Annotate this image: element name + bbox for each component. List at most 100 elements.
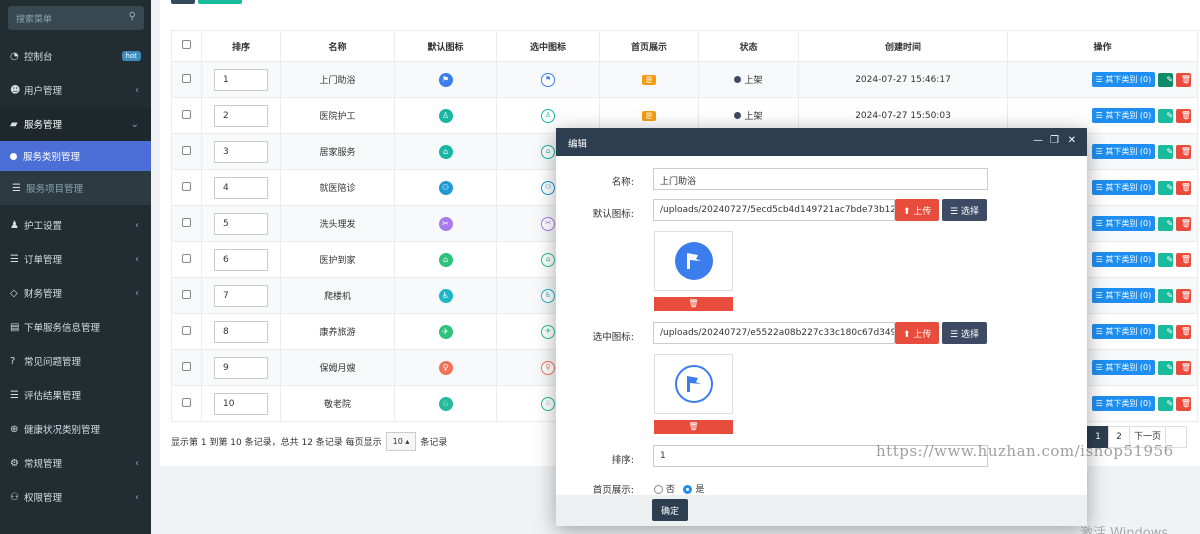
edit-button[interactable]: ✎ xyxy=(1158,360,1174,375)
header-created[interactable]: 创建时间 xyxy=(798,30,1008,62)
sort-input[interactable]: 1 xyxy=(214,68,268,91)
default-category-icon[interactable]: ⌂ xyxy=(438,252,453,267)
home-yes-radio[interactable] xyxy=(683,485,693,494)
name-input[interactable]: 上门助浴 xyxy=(653,168,988,190)
close-icon[interactable]: ✕ xyxy=(1068,135,1076,146)
subcategory-button[interactable]: ☰ 其下类别 (0) xyxy=(1091,396,1156,411)
row-checkbox[interactable] xyxy=(182,109,191,119)
edit-button[interactable]: ✎ xyxy=(1158,144,1174,159)
edit-button[interactable]: ✎ xyxy=(1158,72,1174,87)
delete-button[interactable]: 🗑 xyxy=(1176,144,1191,159)
sidebar-item-service-project[interactable]: ☰ 服务项目管理 xyxy=(0,171,151,205)
row-checkbox[interactable] xyxy=(182,181,191,191)
default-icon-delete-button[interactable]: 🗑 xyxy=(654,297,733,311)
edit-button[interactable]: ✎ xyxy=(1158,324,1174,339)
edit-button[interactable]: ✎ xyxy=(1158,216,1174,231)
row-checkbox[interactable] xyxy=(182,397,191,407)
subcategory-button[interactable]: ☰ 其下类别 (0) xyxy=(1091,288,1156,303)
selected-icon-upload-button[interactable]: ⬆ 上传 xyxy=(895,322,940,344)
sidebar-item-order-info[interactable]: ▤ 下单服务信息管理 xyxy=(0,310,151,344)
edit-button[interactable]: ✎ xyxy=(1158,108,1174,123)
delete-button[interactable]: 🗑 xyxy=(1176,72,1191,87)
sidebar-item-nurse[interactable]: ♟ 护工设置 ‹ xyxy=(0,208,151,242)
row-checkbox[interactable] xyxy=(182,361,191,371)
selected-category-icon[interactable]: ⚑ xyxy=(541,72,555,87)
edit-button[interactable]: ✎ xyxy=(1158,288,1174,303)
delete-button[interactable]: 🗑 xyxy=(1176,360,1191,375)
sort-input[interactable]: 10 xyxy=(214,392,268,415)
delete-button[interactable]: 🗑 xyxy=(1176,288,1191,303)
search-icon[interactable]: ⚲ xyxy=(129,11,136,22)
sidebar-item-users[interactable]: ☻ 用户管理 ‹ xyxy=(0,73,151,107)
subcategory-button[interactable]: ☰ 其下类别 (0) xyxy=(1091,72,1156,87)
sort-input[interactable]: 8 xyxy=(214,320,268,343)
row-checkbox[interactable] xyxy=(182,289,191,299)
delete-button[interactable]: 🗑 xyxy=(1176,252,1191,267)
row-checkbox[interactable] xyxy=(182,325,191,335)
refresh-button[interactable] xyxy=(171,0,195,4)
selected-category-icon[interactable]: ✈ xyxy=(541,324,555,339)
header-home[interactable]: 首页展示 xyxy=(599,30,699,62)
subcategory-button[interactable]: ☰ 其下类别 (0) xyxy=(1091,360,1156,375)
selected-icon-choose-button[interactable]: ☰ 选择 xyxy=(942,322,987,344)
sidebar-item-orders[interactable]: ☰ 订单管理 ‹ xyxy=(0,242,151,276)
row-checkbox[interactable] xyxy=(182,217,191,227)
header-status[interactable]: 状态 xyxy=(698,30,799,62)
default-category-icon[interactable]: ⌂ xyxy=(438,144,453,159)
sort-input[interactable]: 3 xyxy=(214,140,268,163)
default-icon-upload-button[interactable]: ⬆ 上传 xyxy=(895,199,940,221)
default-category-icon[interactable]: ⚑ xyxy=(438,72,453,87)
selected-category-icon[interactable]: ✂ xyxy=(541,216,555,231)
delete-button[interactable]: 🗑 xyxy=(1176,396,1191,411)
delete-button[interactable]: 🗑 xyxy=(1176,180,1191,195)
selected-category-icon[interactable]: ⚇ xyxy=(541,180,555,195)
sidebar-item-permission[interactable]: ⚇ 权限管理 ‹ xyxy=(0,480,151,514)
sidebar-item-health[interactable]: ⊕ 健康状况类别管理 xyxy=(0,412,151,446)
edit-button[interactable]: ✎ xyxy=(1158,180,1174,195)
sort-input[interactable]: 9 xyxy=(214,356,268,379)
default-category-icon[interactable]: ✈ xyxy=(438,324,453,339)
selected-category-icon[interactable]: ♘ xyxy=(541,396,555,411)
selected-icon-delete-button[interactable]: 🗑 xyxy=(654,420,733,434)
selected-icon-input[interactable]: /uploads/20240727/e5522a08b227c33c180c67… xyxy=(653,322,895,344)
delete-button[interactable]: 🗑 xyxy=(1176,108,1191,123)
subcategory-button[interactable]: ☰ 其下类别 (0) xyxy=(1091,216,1156,231)
selected-category-icon[interactable]: ♀ xyxy=(541,360,555,375)
sidebar-item-general[interactable]: ⚙ 常规管理 ‹ xyxy=(0,446,151,480)
default-icon-choose-button[interactable]: ☰ 选择 xyxy=(942,199,987,221)
header-name[interactable]: 名称 xyxy=(280,30,395,62)
table-row[interactable]: 1 上门助浴 ⚑ ⚑ 是 上架 2024-07-27 15:46:17 ☰ 其下类别 (0) … xyxy=(171,61,1198,98)
delete-button[interactable]: 🗑 xyxy=(1176,216,1191,231)
sort-input[interactable]: 6 xyxy=(214,248,268,271)
row-checkbox[interactable] xyxy=(182,73,191,83)
maximize-icon[interactable]: ❐ xyxy=(1050,135,1059,146)
sidebar-item-service-category[interactable]: 服务类别管理 xyxy=(0,141,151,171)
default-category-icon[interactable]: ✂ xyxy=(438,216,453,231)
page-size-select[interactable]: 10 ▴ xyxy=(385,432,417,451)
sort-input[interactable]: 2 xyxy=(214,104,268,127)
default-category-icon[interactable]: ♀ xyxy=(438,360,453,375)
add-button[interactable] xyxy=(198,0,242,4)
header-sort[interactable]: 排序 xyxy=(201,30,281,62)
header-default-icon[interactable]: 默认图标 xyxy=(394,30,497,62)
sidebar-item-finance[interactable]: ◇ 财务管理 ‹ xyxy=(0,276,151,310)
confirm-button[interactable]: 确定 xyxy=(652,499,689,521)
subcategory-button[interactable]: ☰ 其下类别 (0) xyxy=(1091,252,1156,267)
home-no-radio[interactable] xyxy=(654,485,663,494)
default-category-icon[interactable]: ⚇ xyxy=(438,180,453,195)
edit-button[interactable]: ✎ xyxy=(1158,396,1174,411)
default-icon-input[interactable]: /uploads/20240727/5ecd5cb4d149721ac7bde7… xyxy=(653,199,895,221)
selected-category-icon[interactable]: ♙ xyxy=(541,108,555,123)
select-all-checkbox[interactable] xyxy=(182,40,191,49)
row-checkbox[interactable] xyxy=(182,145,191,155)
sidebar-item-faq[interactable]: ? 常见问题管理 xyxy=(0,344,151,378)
default-category-icon[interactable]: ♙ xyxy=(438,108,453,123)
header-selected-icon[interactable]: 选中图标 xyxy=(496,30,600,62)
sidebar-item-assessment[interactable]: ☰ 评估结果管理 xyxy=(0,378,151,412)
selected-category-icon[interactable]: ⌂ xyxy=(541,144,555,159)
subcategory-button[interactable]: ☰ 其下类别 (0) xyxy=(1091,324,1156,339)
default-category-icon[interactable]: ♘ xyxy=(438,396,453,411)
edit-button[interactable]: ✎ xyxy=(1158,252,1174,267)
sidebar-item-dashboard[interactable]: ◔ 控制台 hot xyxy=(0,39,151,73)
menu-search-input[interactable]: 搜索菜单 ⚲ xyxy=(8,6,144,30)
